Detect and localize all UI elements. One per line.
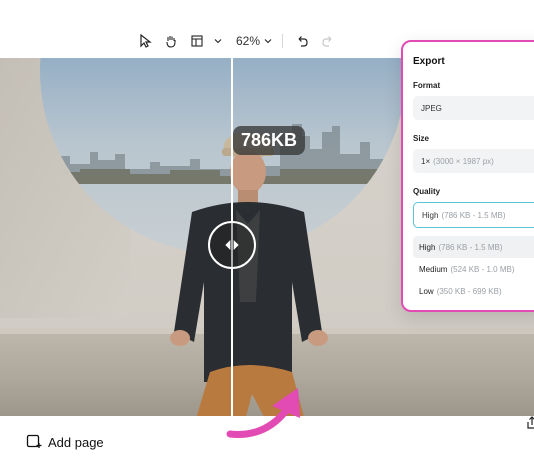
format-label: Format [413,81,441,90]
chevron-down-icon [264,34,272,48]
person-sitting [170,132,328,416]
export-panel: Export Format JPEG Size 1× (3000 × 1987 … [401,40,534,312]
quality-label: Quality [413,187,441,196]
option-range: (350 KB - 699 KB) [436,286,502,296]
quality-option-medium[interactable]: Medium (524 KB - 1.0 MB) [413,258,534,280]
add-page-icon [26,433,42,452]
add-page-button[interactable]: Add page [26,433,104,452]
export-share-icon[interactable] [525,416,534,430]
quality-option-low[interactable]: Low (350 KB - 699 KB) [413,280,534,302]
quality-dropdown-menu: High (786 KB - 1.5 MB) Medium (524 KB - … [413,236,534,302]
editor-toolbar: 62% [136,30,337,52]
quality-selected-range: (786 KB - 1.5 MB) [441,210,506,220]
compare-slider-handle[interactable] [208,221,256,269]
format-value: JPEG [421,103,442,113]
size-dimensions: (3000 × 1987 px) [433,156,494,166]
size-select[interactable]: 1× (3000 × 1987 px) [413,149,534,173]
left-right-arrows-icon [225,240,239,250]
quality-option-high[interactable]: High (786 KB - 1.5 MB) [413,236,534,258]
chevron-down-icon[interactable] [214,32,222,50]
hand-tool-icon[interactable] [162,32,180,50]
pointer-tool-icon[interactable] [136,32,154,50]
option-label: Medium [419,264,448,274]
toolbar-divider [282,34,284,48]
layout-icon[interactable] [188,32,206,50]
redo-icon[interactable] [319,32,337,50]
add-page-label: Add page [48,435,104,450]
option-range: (524 KB - 1.0 MB) [450,264,515,274]
zoom-value: 62% [236,34,261,48]
file-size-badge: 786KB [233,126,306,155]
size-value: 1× [421,156,431,166]
format-select[interactable]: JPEG [413,96,534,120]
quality-select[interactable]: High (786 KB - 1.5 MB) [413,202,534,228]
undo-icon[interactable] [293,32,311,50]
option-label: High [419,242,436,252]
zoom-control[interactable]: 62% [236,34,272,48]
panel-title: Export [413,56,445,67]
size-label: Size [413,134,430,143]
pink-arrow-icon [226,388,300,438]
quality-selected-value: High [422,210,439,220]
option-label: Low [419,286,434,296]
option-range: (786 KB - 1.5 MB) [438,242,503,252]
